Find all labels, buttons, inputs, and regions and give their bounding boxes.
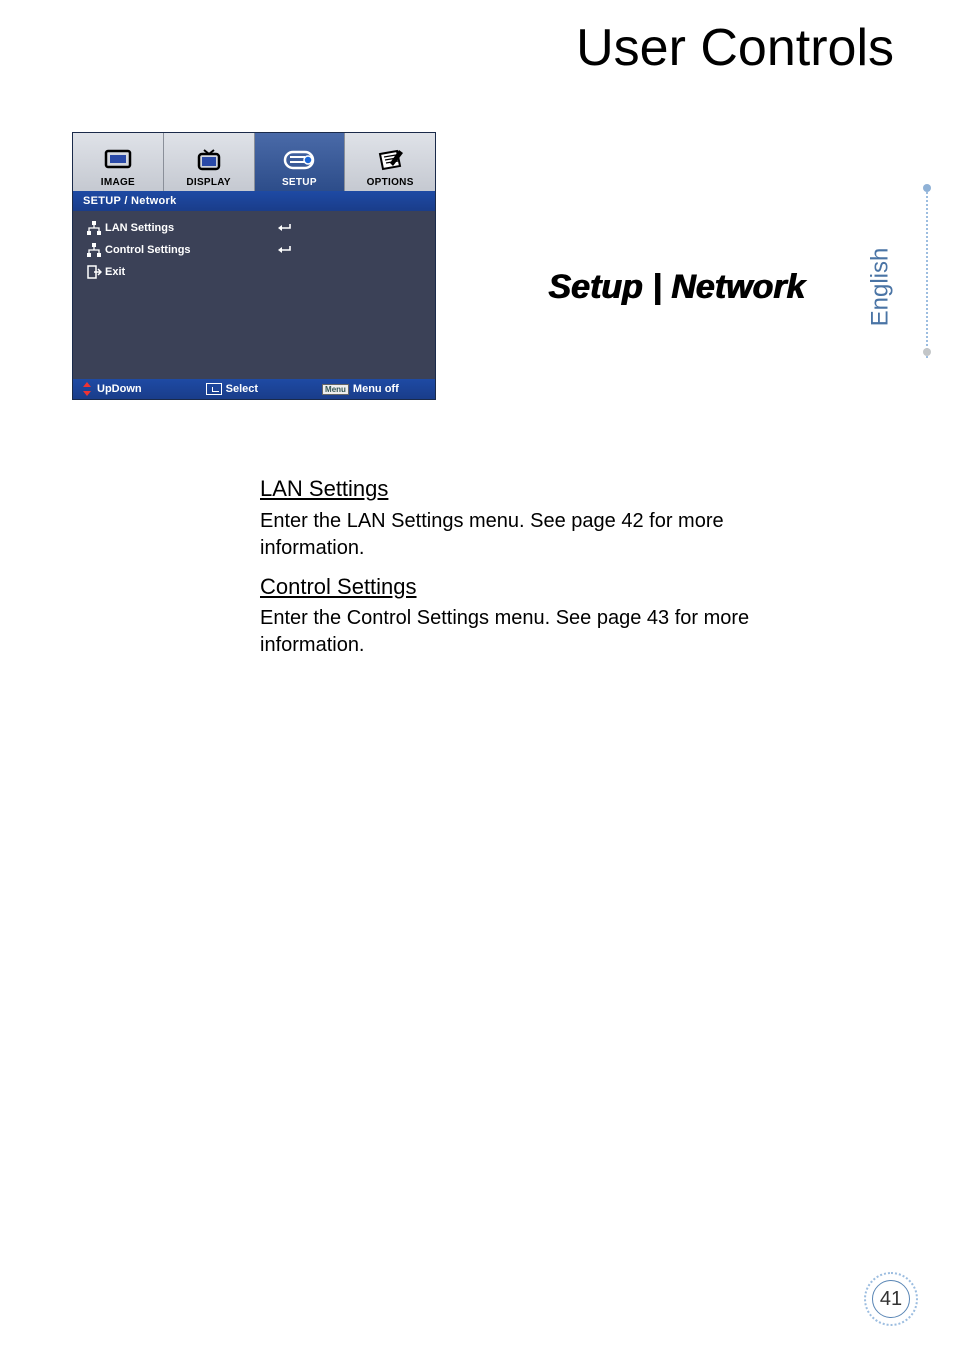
- content-body: LAN Settings Enter the LAN Settings menu…: [260, 470, 820, 669]
- osd-menu: IMAGE DISPLAY SETUP OPTIONS SETUP / Netw…: [72, 132, 436, 400]
- hint-updown-label: UpDown: [97, 383, 142, 395]
- tab-setup-label: SETUP: [282, 177, 317, 188]
- section-title: Setup | Network: [548, 268, 805, 307]
- enter-arrow-icon: [265, 222, 305, 234]
- tab-options[interactable]: OPTIONS: [345, 133, 435, 191]
- exit-icon: [83, 264, 105, 280]
- text-lan-body: Enter the LAN Settings menu. See page 42…: [260, 508, 820, 562]
- row-exit-label: Exit: [105, 266, 265, 278]
- notepad-icon: [375, 145, 405, 175]
- row-control-label: Control Settings: [105, 244, 265, 256]
- updown-icon: [81, 382, 93, 396]
- monitor-icon: [103, 145, 133, 175]
- hint-menuoff-label: Menu off: [353, 383, 399, 395]
- osd-footer: UpDown Select Menu Menu off: [73, 379, 435, 399]
- text-control-body: Enter the Control Settings menu. See pag…: [260, 605, 820, 659]
- osd-body: LAN Settings Control Settings Exit: [73, 211, 435, 379]
- osd-breadcrumb: SETUP / Network: [73, 191, 435, 211]
- lang-dot-bottom: [923, 348, 931, 356]
- heading-control-settings: Control Settings: [260, 572, 820, 602]
- menu-key-icon: Menu: [322, 384, 349, 395]
- tab-image-label: IMAGE: [101, 177, 135, 188]
- row-lan-label: LAN Settings: [105, 222, 265, 234]
- page-number: 41: [872, 1280, 910, 1318]
- setup-icon: [283, 145, 315, 175]
- tv-icon: [194, 145, 224, 175]
- hint-select-label: Select: [226, 383, 258, 395]
- tab-display-label: DISPLAY: [186, 177, 231, 188]
- page-title: User Controls: [576, 18, 894, 78]
- osd-tab-bar: IMAGE DISPLAY SETUP OPTIONS: [73, 133, 435, 191]
- lang-dotline: [926, 188, 928, 358]
- language-label: English: [867, 248, 895, 327]
- network-icon: [83, 220, 105, 236]
- heading-lan-settings: LAN Settings: [260, 474, 820, 504]
- tab-image[interactable]: IMAGE: [73, 133, 164, 191]
- tab-setup[interactable]: SETUP: [255, 133, 346, 191]
- hint-menuoff: Menu Menu off: [322, 383, 399, 395]
- row-exit[interactable]: Exit: [73, 261, 435, 283]
- hint-select: Select: [206, 383, 258, 395]
- page-number-bubble: 41: [864, 1272, 918, 1326]
- network-icon: [83, 242, 105, 258]
- enter-key-icon: [206, 383, 222, 395]
- language-tab: English: [894, 188, 954, 358]
- tab-options-label: OPTIONS: [367, 177, 414, 188]
- row-lan-settings[interactable]: LAN Settings: [73, 217, 435, 239]
- tab-display[interactable]: DISPLAY: [164, 133, 255, 191]
- lang-dot-top: [923, 184, 931, 192]
- hint-updown: UpDown: [81, 382, 142, 396]
- enter-arrow-icon: [265, 244, 305, 256]
- row-control-settings[interactable]: Control Settings: [73, 239, 435, 261]
